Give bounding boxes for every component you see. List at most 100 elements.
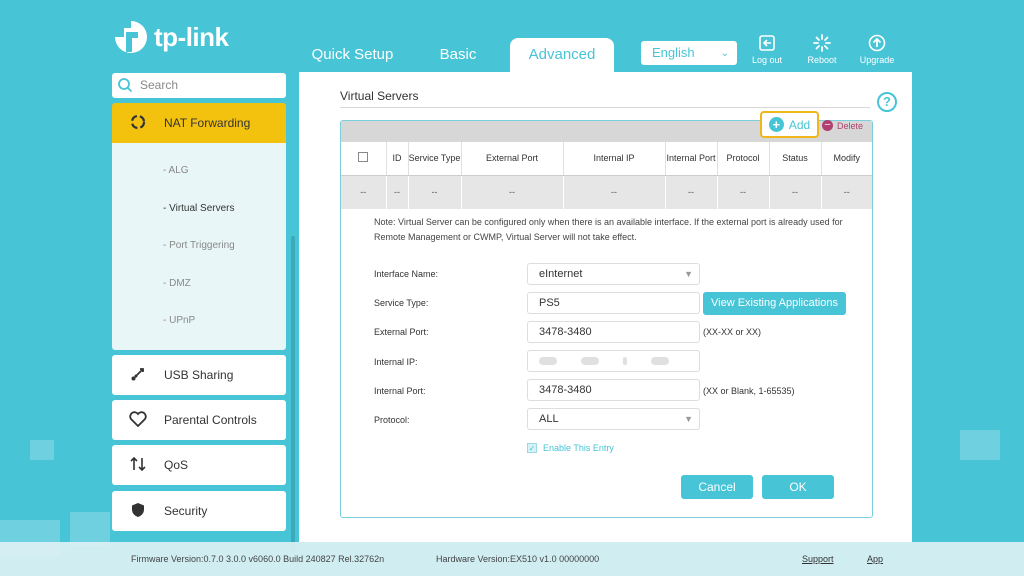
column-header: Service Type	[408, 142, 462, 176]
table-cell: --	[717, 175, 770, 209]
table-header-row: ID Service Type External Port Internal I…	[341, 142, 872, 176]
ok-button[interactable]: OK	[762, 475, 834, 499]
ip-octet-redacted	[539, 357, 557, 366]
virtual-servers-table: ID Service Type External Port Internal I…	[341, 142, 872, 209]
chevron-down-icon: ▼	[684, 269, 693, 279]
hardware-version: Hardware Version:EX510 v1.0 00000000	[436, 554, 600, 564]
select-all-checkbox[interactable]	[341, 142, 387, 176]
search-icon	[118, 78, 133, 93]
decor-square	[70, 512, 110, 546]
column-header: ID	[386, 142, 409, 176]
enable-entry-label: Enable This Entry	[543, 443, 614, 453]
delete-label: Delete	[837, 120, 864, 131]
sidebar-item-security[interactable]: Security	[112, 491, 286, 531]
nat-forwarding-icon	[112, 114, 164, 133]
sidebar-item-label: QoS	[164, 458, 189, 472]
help-icon[interactable]: ?	[877, 92, 897, 112]
add-button[interactable]: + Add	[760, 111, 819, 138]
enable-entry-checkbox[interactable]: ✓ Enable This Entry	[527, 443, 614, 453]
add-label: Add	[788, 117, 811, 132]
ip-octet-redacted	[623, 357, 627, 366]
table-cell: --	[665, 175, 718, 209]
nat-forwarding-submenu: - ALG - Virtual Servers - Port Triggerin…	[112, 143, 286, 350]
sidebar-subitem-upnp[interactable]: - UPnP	[163, 315, 195, 326]
table-cell: --	[769, 175, 822, 209]
support-link[interactable]: Support	[802, 554, 834, 564]
sidebar-item-nat-forwarding[interactable]: NAT Forwarding	[112, 103, 286, 143]
sidebar-item-qos[interactable]: QoS	[112, 445, 286, 485]
upgrade-icon	[868, 34, 886, 52]
logout-button[interactable]: Log out	[741, 34, 793, 65]
ip-octet-redacted	[651, 357, 669, 366]
delete-button[interactable]: – Delete	[822, 120, 863, 131]
column-header: External Port	[461, 142, 564, 176]
internal-port-input[interactable]: 3478-3480	[527, 379, 700, 401]
shield-icon	[112, 502, 164, 521]
footer-bar: Firmware Version:0.7.0 3.0.0 v6060.0 Bui…	[0, 542, 1024, 576]
sidebar-item-label: NAT Forwarding	[164, 116, 251, 130]
plus-icon: +	[768, 117, 784, 132]
table-cell: --	[341, 175, 387, 209]
sidebar-subitem-dmz[interactable]: - DMZ	[163, 278, 191, 289]
protocol-select[interactable]: ALL ▼	[527, 408, 700, 430]
sidebar-subitem-virtual-servers[interactable]: - Virtual Servers	[163, 203, 235, 214]
table-cell: --	[821, 175, 872, 209]
language-select[interactable]: English ⌄	[641, 41, 737, 65]
heart-icon	[112, 410, 164, 430]
protocol-value: ALL	[539, 413, 559, 425]
language-value: English	[652, 45, 695, 60]
sidebar-item-label: USB Sharing	[164, 368, 234, 382]
up-down-arrows-icon	[112, 456, 164, 475]
column-header: Protocol	[717, 142, 770, 176]
interface-name-value: eInternet	[539, 268, 583, 280]
service-type-input[interactable]: PS5	[527, 292, 700, 314]
sidebar-item-label: Parental Controls	[164, 413, 257, 427]
chevron-down-icon: ⌄	[720, 48, 729, 59]
title-divider	[340, 107, 870, 108]
interface-name-label: Interface Name:	[374, 269, 439, 279]
protocol-label: Protocol:	[374, 415, 410, 425]
column-header: Internal IP	[563, 142, 666, 176]
reboot-button[interactable]: Reboot	[796, 34, 848, 65]
note-text: Note: Virtual Server can be configured o…	[374, 217, 843, 242]
decor-square	[960, 430, 1000, 460]
tab-basic[interactable]: Basic	[418, 38, 498, 72]
logout-icon	[759, 35, 775, 51]
check-icon: ✓	[527, 443, 537, 453]
view-existing-applications-button[interactable]: View Existing Applications	[703, 292, 846, 315]
logo-icon	[112, 18, 150, 56]
reboot-icon	[813, 34, 831, 52]
table-cell: --	[408, 175, 462, 209]
search-input[interactable]: Search	[112, 73, 286, 98]
table-cell: --	[386, 175, 409, 209]
sidebar-scrollbar[interactable]	[291, 236, 295, 554]
sidebar-subitem-port-triggering[interactable]: - Port Triggering	[163, 240, 235, 251]
page-title: Virtual Servers	[340, 89, 419, 103]
upgrade-button[interactable]: Upgrade	[851, 34, 903, 65]
internal-ip-label: Internal IP:	[374, 357, 418, 367]
search-placeholder: Search	[140, 78, 179, 92]
table-cell: --	[563, 175, 666, 209]
cancel-button[interactable]: Cancel	[681, 475, 753, 499]
external-port-input[interactable]: 3478-3480	[527, 321, 700, 343]
service-type-value: PS5	[539, 297, 560, 309]
reboot-label: Reboot	[807, 55, 837, 65]
tab-quick-setup[interactable]: Quick Setup	[305, 38, 400, 72]
column-header: Internal Port	[665, 142, 718, 176]
tab-advanced[interactable]: Advanced	[510, 38, 614, 74]
external-port-value: 3478-3480	[539, 326, 592, 338]
internal-port-hint: (XX or Blank, 1-65535)	[703, 386, 795, 396]
usb-icon	[112, 366, 164, 385]
app-link[interactable]: App	[867, 554, 883, 564]
internal-ip-input[interactable]	[527, 350, 700, 372]
upgrade-label: Upgrade	[859, 55, 895, 65]
sidebar-item-label: Security	[164, 504, 208, 518]
chevron-down-icon: ▼	[684, 414, 693, 424]
interface-name-select[interactable]: eInternet ▼	[527, 263, 700, 285]
sidebar-item-parental-controls[interactable]: Parental Controls	[112, 400, 286, 440]
sidebar-subitem-alg[interactable]: - ALG	[163, 165, 189, 176]
decor-square	[30, 440, 54, 460]
logo-text: tp-link	[154, 21, 229, 52]
sidebar-item-usb-sharing[interactable]: USB Sharing	[112, 355, 286, 395]
table-row: -- -- -- -- -- -- -- -- --	[341, 175, 872, 209]
